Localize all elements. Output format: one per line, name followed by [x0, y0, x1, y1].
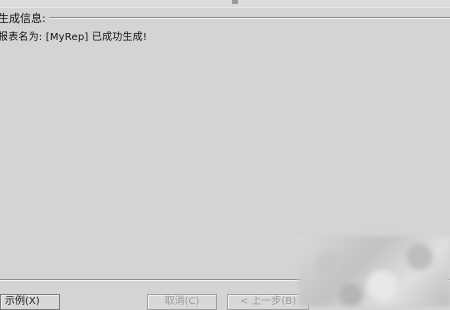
blurred-watermark	[298, 236, 450, 306]
group-separator	[40, 17, 450, 19]
group-title: 生成信息:	[0, 10, 49, 26]
top-tick	[232, 0, 238, 4]
status-message: 报表名为: [MyRep] 已成功生成!	[0, 32, 148, 43]
cancel-button[interactable]: 取消(C)	[147, 294, 217, 310]
top-strip	[0, 0, 450, 8]
previous-button[interactable]: < 上一步(B)	[227, 294, 309, 310]
example-button[interactable]: 示例(X)	[0, 294, 60, 310]
